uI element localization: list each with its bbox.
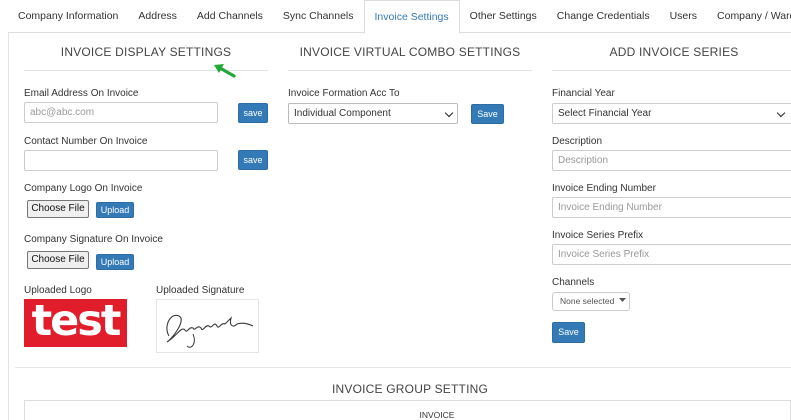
formation-select-value: Individual Component (294, 108, 391, 119)
group-table-header: INVOICE (419, 410, 455, 420)
display-settings-title: INVOICE DISPLAY SETTINGS (60, 45, 232, 59)
uploaded-logo-image: test (24, 299, 127, 347)
caret-down-icon (618, 298, 626, 302)
formation-select[interactable]: Individual Component (288, 103, 458, 124)
group-title: INVOICE GROUP SETTING (332, 382, 488, 396)
combo-settings-title: INVOICE VIRTUAL COMBO SETTINGS (299, 45, 521, 59)
description-label: Description (552, 136, 603, 147)
logo-upload-button[interactable]: Upload (96, 202, 134, 218)
chevron-down-icon (776, 108, 786, 118)
uploaded-signature-label: Uploaded Signature (156, 285, 245, 296)
contact-label: Contact Number On Invoice (24, 136, 148, 147)
group-divider (15, 367, 791, 368)
combo-save-button[interactable]: Save (471, 104, 504, 124)
tab-sync-channels[interactable]: Sync Channels (273, 0, 364, 33)
settings-tabs: Company Information Address Add Channels… (8, 0, 791, 34)
tab-change-credentials[interactable]: Change Credentials (547, 0, 660, 33)
tab-company-information[interactable]: Company Information (8, 0, 128, 33)
combo-settings-divider (288, 70, 532, 71)
logo-choose-file-button[interactable]: Choose File (27, 200, 89, 218)
email-input[interactable]: abc@abc.com (24, 102, 218, 123)
series-prefix-label: Invoice Series Prefix (552, 230, 644, 241)
channels-multiselect[interactable]: None selected (552, 292, 630, 311)
green-arrow-icon (214, 64, 236, 78)
contact-input[interactable] (24, 150, 218, 171)
tab-company-warehouse[interactable]: Company / Warehouse (707, 0, 791, 33)
signature-choose-file-button[interactable]: Choose File (27, 251, 89, 269)
email-save-button[interactable]: save (238, 103, 268, 123)
tab-invoice-settings[interactable]: Invoice Settings (363, 0, 460, 34)
tab-users[interactable]: Users (660, 0, 707, 33)
signature-label: Company Signature On Invoice (24, 234, 163, 245)
tab-address[interactable]: Address (128, 0, 187, 33)
signature-upload-button[interactable]: Upload (96, 254, 134, 270)
logo-label: Company Logo On Invoice (24, 183, 143, 194)
series-title: ADD INVOICE SERIES (609, 45, 739, 59)
uploaded-logo-label: Uploaded Logo (24, 285, 92, 296)
channels-label: Channels (552, 277, 595, 288)
ending-number-label: Invoice Ending Number (552, 183, 656, 194)
financial-year-select[interactable]: Select Financial Year (552, 103, 791, 124)
tab-other-settings[interactable]: Other Settings (460, 0, 547, 33)
email-label: Email Address On Invoice (24, 88, 139, 99)
channels-value: None selected (560, 296, 615, 306)
financial-year-label: Financial Year (552, 88, 615, 99)
chevron-down-icon (444, 108, 454, 118)
tab-add-channels[interactable]: Add Channels (187, 0, 273, 33)
formation-label: Invoice Formation Acc To (288, 88, 400, 99)
financial-year-value: Select Financial Year (558, 108, 652, 119)
series-save-button[interactable]: Save (552, 322, 585, 343)
series-divider (552, 70, 791, 71)
description-input[interactable]: Description (552, 150, 791, 171)
ending-number-input[interactable]: Invoice Ending Number (552, 197, 791, 218)
contact-save-button[interactable]: save (238, 150, 268, 170)
uploaded-signature-image (156, 299, 259, 353)
series-prefix-input[interactable]: Invoice Series Prefix (552, 244, 791, 265)
